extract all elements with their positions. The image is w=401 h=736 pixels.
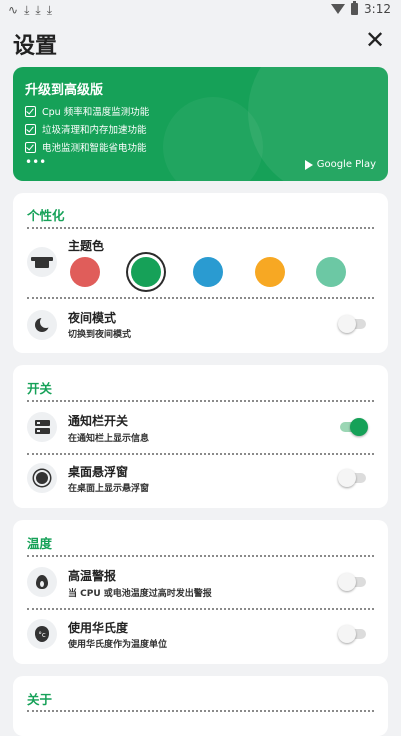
toggle-knob: [338, 573, 356, 591]
night-mode-subtitle: 切换到夜间模式: [68, 330, 132, 340]
feature-label: Cpu 频率和温度监测功能: [42, 107, 150, 118]
upgrade-title: 升级到高级版: [25, 83, 104, 98]
divider: [27, 227, 374, 229]
night-mode-title: 夜间模式: [68, 311, 117, 325]
theme-swatch[interactable]: [70, 257, 100, 287]
theme-color-label: 主题色: [68, 239, 105, 253]
fire-icon: [36, 575, 48, 589]
notification-toggle[interactable]: [340, 418, 368, 436]
section-title: 关于: [27, 692, 53, 707]
toggle-knob: [338, 625, 356, 643]
feature-item: 垃圾清理和内存加速功能: [25, 122, 147, 136]
floating-subtitle: 在桌面上显示悬浮窗: [68, 484, 150, 494]
shirt-icon: [31, 256, 53, 268]
check-icon: [25, 123, 36, 135]
thermometer-icon: °c: [35, 626, 49, 642]
switches-card: 开关 通知栏开关 在通知栏上显示信息 桌面悬浮窗 在桌面上显示悬浮窗: [13, 365, 388, 508]
download-icon: ⤓: [46, 3, 52, 17]
feature-label: 电池监测和智能省电功能: [42, 143, 147, 154]
pulse-icon: ∿: [8, 3, 19, 17]
check-icon: [25, 105, 36, 117]
theme-icon-wrap: [27, 247, 57, 277]
upgrade-banner[interactable]: 升级到高级版 Cpu 频率和温度监测功能 垃圾清理和内存加速功能 电池监测和智能…: [13, 67, 388, 181]
notification-title: 通知栏开关: [68, 414, 129, 428]
notification-icons: ∿ ⤓ ⤓ ⤓: [8, 3, 52, 17]
fahrenheit-icon-wrap: °c: [27, 619, 57, 649]
toggle-knob: [350, 418, 368, 436]
divider: [27, 453, 374, 455]
battery-icon: [351, 1, 359, 15]
high-alert-title: 高温警报: [68, 569, 117, 583]
notification-bar-icon: [34, 420, 50, 434]
high-alert-icon-wrap: [27, 567, 57, 597]
night-mode-icon-wrap: [27, 310, 57, 340]
section-title: 温度: [27, 536, 53, 551]
download-icon: ⤓: [24, 3, 30, 17]
floating-title: 桌面悬浮窗: [68, 465, 129, 479]
download-icon: ⤓: [35, 3, 41, 17]
theme-swatch[interactable]: [255, 257, 285, 287]
check-icon: [25, 141, 36, 153]
section-title: 个性化: [27, 208, 65, 223]
fahrenheit-subtitle: 使用华氏度作为温度单位: [68, 640, 168, 650]
google-play-icon: [304, 159, 313, 170]
floating-toggle[interactable]: [338, 469, 366, 487]
status-bar: ∿ ⤓ ⤓ ⤓ 3:12: [0, 0, 401, 22]
night-mode-toggle[interactable]: [338, 315, 366, 333]
app-header: 设置 ✕: [0, 22, 401, 62]
high-alert-subtitle: 当 CPU 或电池温度过高时发出警报: [68, 589, 212, 599]
clock: 3:12: [364, 2, 391, 16]
toggle-knob: [338, 315, 356, 333]
moon-icon: [35, 316, 52, 332]
feature-item: Cpu 频率和温度监测功能: [25, 104, 149, 118]
fahrenheit-title: 使用华氏度: [68, 621, 129, 635]
theme-swatch[interactable]: [131, 257, 161, 287]
close-button[interactable]: ✕: [363, 28, 387, 52]
temperature-card: 温度 高温警报 当 CPU 或电池温度过高时发出警报 °c 使用华氏度 使用华氏…: [13, 520, 388, 664]
feature-item: 电池监测和智能省电功能: [25, 140, 147, 154]
divider: [27, 400, 374, 402]
divider: [27, 608, 374, 610]
section-title: 开关: [27, 381, 53, 396]
theme-swatch[interactable]: [316, 257, 346, 287]
notification-icon-wrap: [27, 412, 57, 442]
more-dots: •••: [25, 155, 47, 169]
high-alert-toggle[interactable]: [338, 573, 366, 591]
about-card: 关于: [13, 676, 388, 736]
personalization-card: 个性化 主题色 夜间模式 切换到夜间模式: [13, 193, 388, 353]
toggle-knob: [338, 469, 356, 487]
feature-label: 垃圾清理和内存加速功能: [42, 125, 147, 136]
google-play-badge: Google Play: [304, 159, 376, 170]
divider: [27, 555, 374, 557]
fahrenheit-toggle[interactable]: [338, 625, 366, 643]
notification-subtitle: 在通知栏上显示信息: [68, 434, 150, 444]
divider: [27, 297, 374, 299]
floating-window-icon: [36, 472, 48, 484]
page-title: 设置: [13, 34, 58, 59]
wifi-icon: [331, 4, 346, 14]
google-play-label: Google Play: [316, 159, 376, 170]
theme-swatch[interactable]: [193, 257, 223, 287]
floating-icon-wrap: [27, 463, 57, 493]
